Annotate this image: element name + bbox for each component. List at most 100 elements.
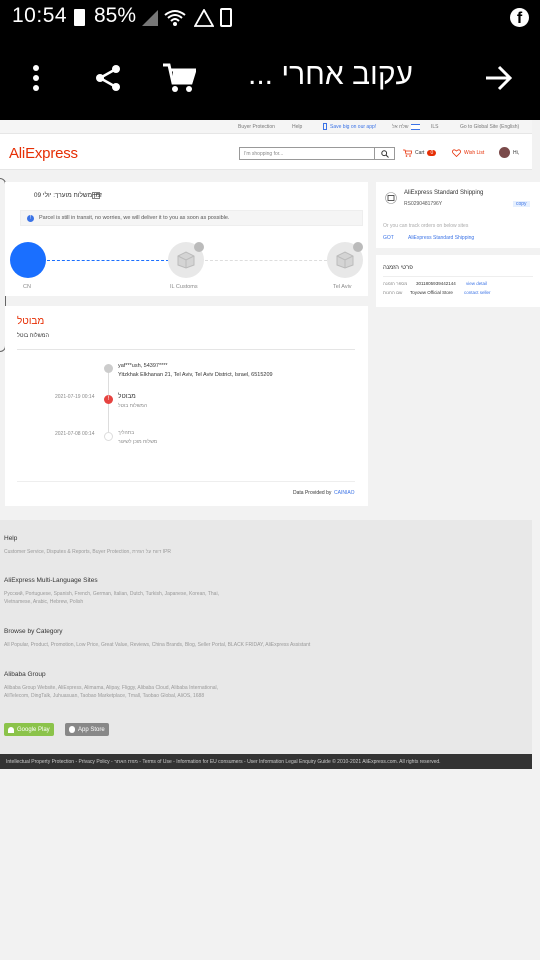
event-desc: משלוח מוכן לשיגור [118, 439, 158, 445]
tracking-number: RS0290481796Y [404, 201, 443, 207]
webpage: Buyer Protection Help Save big on our ap… [0, 120, 540, 960]
wishlist-label: Wish List [464, 150, 485, 156]
recycle-icon [194, 9, 214, 27]
header-cart-icon [403, 149, 412, 157]
contact-seller-link[interactable]: contact seller [464, 290, 491, 295]
site-footer: Help Customer Service, Disputes & Report… [0, 520, 532, 754]
footer-multilang-links[interactable]: Русский, Portuguese, Spanish, French, Ge… [4, 591, 219, 597]
footer-multilang-links[interactable]: Vietnamese, Arabic, Hebrew, Polish [4, 599, 83, 605]
copy-tracking-button[interactable]: copy [513, 201, 530, 207]
cart-icon[interactable] [160, 36, 198, 120]
more-vert-icon[interactable] [20, 36, 52, 120]
footer-help-links[interactable]: Customer Service, Disputes & Reports, Bu… [4, 549, 171, 555]
delivery-card: זמן משלוח מוערך: יולי 09 ! Parcel is sti… [5, 182, 368, 296]
account-menu[interactable]: Hi, [499, 147, 519, 158]
cart-link[interactable]: Cart 0 [403, 149, 437, 157]
android-icon [8, 726, 14, 733]
account-greeting: Hi, [513, 149, 520, 156]
store-name[interactable]: Toyoww Official Store [410, 290, 453, 295]
shipping-box-icon [385, 192, 397, 204]
wifi-icon [164, 10, 186, 26]
footer-browse-title: Browse by Category [4, 628, 63, 635]
site-header: AliExpress I'm shopping for... Cart 0 Wi… [0, 134, 532, 170]
save-big-link[interactable]: Save big on our app! [330, 124, 376, 130]
battery-icon [220, 8, 232, 27]
shipping-method-name: AliExpress Standard Shipping [404, 190, 484, 196]
order-details-card: פרטי הזמנה מספר הזמנה 3011805939442144 v… [376, 255, 540, 307]
data-provided-label: Data Provided by [293, 490, 332, 496]
footer-browse-links[interactable]: All Popular, Product, Promotion, Low Pri… [4, 642, 310, 648]
check-icon [194, 242, 204, 252]
currency-selector[interactable]: ILS [431, 124, 439, 130]
event-dot-icon [104, 432, 113, 441]
israel-flag-icon [411, 124, 420, 130]
footer-group-links[interactable]: Alibaba Group Website, AliExpress, Alima… [4, 685, 218, 691]
search-input[interactable]: I'm shopping for... [244, 151, 283, 157]
track-step-cn-dot [10, 242, 46, 278]
phone-icon [323, 123, 327, 130]
google-play-button[interactable]: Google Play [4, 723, 54, 736]
divider [17, 349, 355, 350]
divider [383, 276, 533, 277]
toolbar-title: עקוב אחרי ... [248, 58, 413, 91]
cart-count-badge: 0 [427, 150, 437, 156]
track-step-customs-dot [168, 242, 204, 278]
apple-icon [69, 726, 75, 733]
arrow-forward-icon[interactable] [480, 36, 516, 120]
search-icon [380, 149, 389, 158]
transit-notice: ! Parcel is still in transit, no worries… [20, 210, 363, 226]
aliexpress-shipping-link[interactable]: AliExpress Standard Shipping [408, 235, 474, 241]
event-date: 2021-07-19 00:14 [55, 394, 95, 400]
cainiao-link[interactable]: CAINIAO [334, 490, 355, 496]
track-step-label: CN [23, 284, 31, 290]
recipient-address: Yitzkhak Elkhanan 21, Tel Aviv, Tel Aviv… [118, 372, 273, 378]
order-number: 3011805939442144 [416, 281, 456, 286]
footer-group-title: Alibaba Group [4, 671, 46, 678]
app-store-label: App Store [78, 726, 105, 733]
track-step-label: Tel Aviv [333, 284, 352, 290]
order-details-title: פרטי הזמנה [383, 265, 413, 271]
help-menu[interactable]: Help [292, 124, 302, 130]
footer-multilang-title: AliExpress Multi-Language Sites [4, 577, 98, 584]
box-icon [177, 251, 195, 269]
got-tracking-link[interactable]: GOT [383, 235, 394, 241]
facebook-icon: f [510, 8, 529, 27]
track-step-telaviv-dot [327, 242, 363, 278]
footer-legal-links[interactable]: Intellectual Property Protection - Priva… [6, 759, 441, 765]
order-status-subtitle: המשלוח בוטל [17, 333, 49, 339]
buyer-protection-link[interactable]: Buyer Protection [238, 124, 275, 130]
event-title: בתהליך [118, 430, 135, 436]
footer-group-links[interactable]: AliTelecom, DingTalk, Juhuasuan, Taobao … [4, 693, 204, 699]
event-alert-icon: ! [104, 395, 113, 404]
cart-label: Cart [415, 150, 425, 156]
track-line-2 [205, 260, 327, 261]
store-name-label: שם החנות [383, 290, 403, 295]
transit-notice-text: Parcel is still in transit, no worries, … [39, 215, 230, 221]
ship-to-label[interactable]: שלח אל [392, 124, 409, 130]
footer-bottom-bar: Intellectual Property Protection - Priva… [0, 754, 532, 769]
info-icon: ! [27, 215, 34, 222]
battery-percent: 85% [94, 4, 137, 27]
event-date: 2021-07-08 00:14 [55, 431, 95, 437]
recipient-name: yaf***ush, 54397**** [118, 363, 168, 369]
aliexpress-logo[interactable]: AliExpress [9, 145, 78, 162]
event-desc: המשלוח בוטל [118, 403, 148, 409]
order-status-title: מבוטל [17, 316, 45, 327]
global-site-link[interactable]: Go to Global Site (English) [460, 124, 519, 130]
status-time: 10:54 [12, 4, 68, 27]
status-bar: 10:54 85% f [0, 0, 540, 36]
order-number-label: מספר הזמנה [383, 281, 408, 286]
share-icon[interactable] [90, 36, 126, 120]
search-button[interactable] [374, 148, 394, 159]
location-pin-icon [104, 364, 113, 373]
view-detail-link[interactable]: view detail [466, 281, 487, 286]
divider [17, 481, 355, 482]
site-topbar: Buyer Protection Help Save big on our ap… [0, 120, 532, 134]
event-title: מבוטל [118, 393, 136, 400]
app-store-button[interactable]: App Store [65, 723, 109, 736]
wishlist-link[interactable]: Wish List [452, 149, 484, 157]
track-step-label: IL Customs [170, 284, 198, 290]
search-box[interactable]: I'm shopping for... [239, 147, 395, 160]
order-status-card: מבוטל המשלוח בוטל yaf***ush, 54397**** Y… [5, 306, 368, 506]
footer-help-title: Help [4, 535, 18, 542]
